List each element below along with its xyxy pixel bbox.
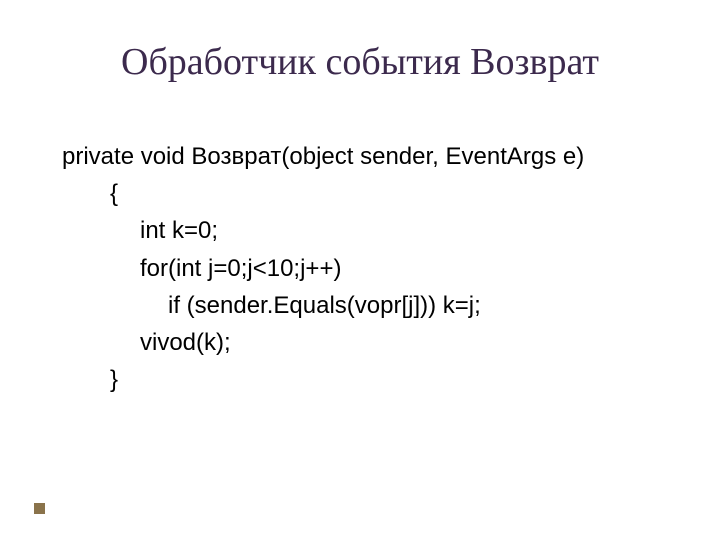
slide-title: Обработчик события Возврат (0, 40, 720, 84)
code-line: } (62, 361, 680, 398)
code-line: { (62, 175, 680, 212)
code-line: int k=0; (62, 212, 680, 249)
code-line: vivod(k); (62, 324, 680, 361)
code-line: private void Возврат(object sender, Even… (62, 138, 680, 175)
slide-bullet-icon (34, 503, 45, 514)
code-line: for(int j=0;j<10;j++) (62, 250, 680, 287)
code-line: if (sender.Equals(vopr[j])) k=j; (62, 287, 680, 324)
code-block: private void Возврат(object sender, Even… (62, 138, 680, 398)
slide: Обработчик события Возврат private void … (0, 0, 720, 540)
